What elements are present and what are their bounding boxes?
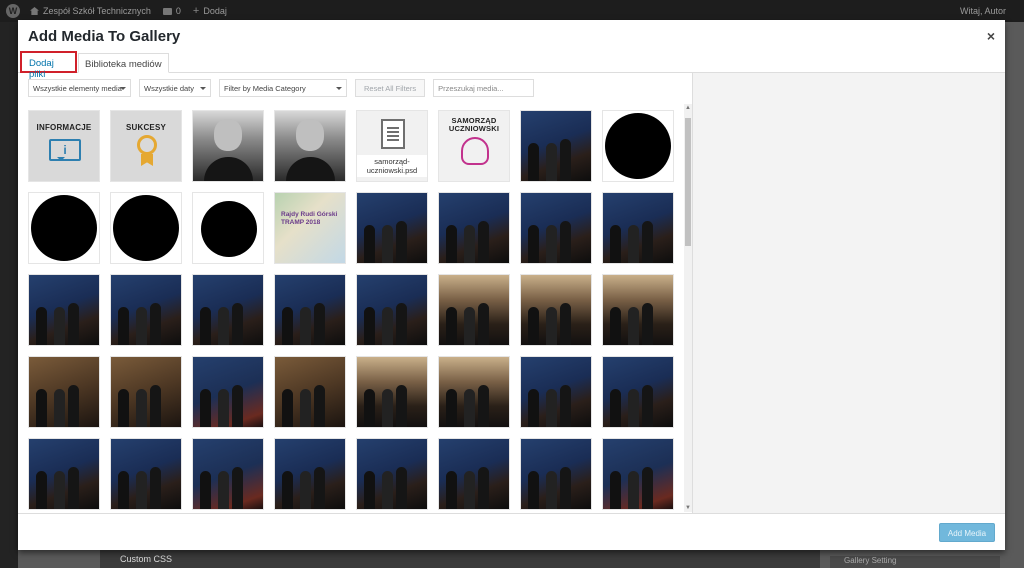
add-media-button[interactable]: Add Media: [939, 523, 995, 542]
media-item[interactable]: [192, 356, 264, 428]
media-item[interactable]: Rajdy Rudi Górski TRAMP 2018: [274, 192, 346, 264]
media-item[interactable]: [192, 192, 264, 264]
attachment-details-panel: [692, 73, 1005, 513]
date-filter[interactable]: Wszystkie daty: [139, 79, 211, 97]
site-name-link[interactable]: Zespół Szkół Technicznych: [30, 6, 151, 16]
media-item[interactable]: [356, 274, 428, 346]
wordpress-logo-icon[interactable]: W: [6, 4, 20, 18]
student-icon: [461, 137, 489, 165]
media-item-caption: Rajdy Rudi Górski TRAMP 2018: [281, 211, 338, 226]
media-item[interactable]: [520, 356, 592, 428]
comment-icon: [162, 7, 172, 15]
media-item[interactable]: [602, 192, 674, 264]
media-item[interactable]: INFORMACJE i: [28, 110, 100, 182]
media-item[interactable]: [520, 192, 592, 264]
tab-upload-files[interactable]: Dodaj pliki: [20, 51, 77, 80]
scroll-up-icon[interactable]: ▲: [684, 104, 692, 112]
tab-media-library[interactable]: Biblioteka mediów: [78, 53, 169, 73]
greeting-text: Witaj, Autor: [959, 6, 1006, 16]
media-item[interactable]: [438, 438, 510, 510]
media-modal: Add Media To Gallery × Dodaj pliki Bibli…: [18, 20, 1005, 550]
ribbon-icon: [141, 154, 153, 166]
media-item-filename: samorząd-uczniowski.psd: [357, 155, 427, 177]
media-item[interactable]: [356, 356, 428, 428]
modal-tabs: Dodaj pliki Biblioteka mediów: [18, 51, 1005, 80]
media-item[interactable]: [28, 356, 100, 428]
media-item[interactable]: [274, 110, 346, 182]
media-item[interactable]: [28, 438, 100, 510]
scroll-down-icon[interactable]: ▼: [684, 504, 692, 512]
media-item-title: SUKCESY: [125, 123, 167, 132]
admin-bar: W Zespół Szkół Technicznych 0 + Dodaj Wi…: [0, 0, 1024, 22]
media-grid: INFORMACJE i SUKCESY samorząd-uczniowski.ps…: [28, 110, 684, 510]
media-item[interactable]: [602, 110, 674, 182]
document-icon: [381, 119, 405, 149]
close-icon[interactable]: ×: [987, 28, 995, 44]
media-item[interactable]: [438, 356, 510, 428]
media-item[interactable]: [438, 274, 510, 346]
media-item-title: INFORMACJE: [36, 123, 92, 132]
media-item[interactable]: [110, 274, 182, 346]
media-item[interactable]: [192, 438, 264, 510]
background-section-label: Custom CSS: [120, 554, 173, 564]
media-item[interactable]: [192, 110, 264, 182]
media-item[interactable]: SAMORZĄD UCZNIOWSKI: [438, 110, 510, 182]
media-item[interactable]: [602, 274, 674, 346]
media-item[interactable]: [110, 192, 182, 264]
media-item[interactable]: [274, 356, 346, 428]
media-item[interactable]: [356, 438, 428, 510]
media-item[interactable]: [520, 110, 592, 182]
plus-icon: +: [192, 5, 200, 17]
admin-menu: [0, 22, 18, 568]
grid-scrollbar[interactable]: ▲ ▼: [684, 104, 692, 512]
media-item[interactable]: [274, 274, 346, 346]
background-section: Custom CSS: [100, 550, 820, 568]
scroll-thumb[interactable]: [685, 118, 691, 246]
media-item[interactable]: [520, 274, 592, 346]
media-item[interactable]: [110, 356, 182, 428]
media-grid-container: INFORMACJE i SUKCESY samorząd-uczniowski.ps…: [28, 110, 684, 512]
account-menu[interactable]: Witaj, Autor: [960, 6, 1006, 16]
media-item[interactable]: [438, 192, 510, 264]
media-toolbar: Wszystkie elementy media Wszystkie daty …: [28, 79, 535, 99]
comments-count: 0: [175, 6, 181, 16]
media-item[interactable]: [356, 192, 428, 264]
media-item[interactable]: [602, 356, 674, 428]
media-item-title: SAMORZĄD UCZNIOWSKI: [448, 116, 500, 133]
reset-filters-button[interactable]: Reset All Filters: [355, 79, 426, 97]
background-right-label: Gallery Setting: [844, 556, 897, 565]
black-circle-icon: [31, 195, 97, 261]
medal-icon: [137, 135, 157, 155]
media-item[interactable]: [28, 274, 100, 346]
search-media-input[interactable]: Przeszukaj media...: [433, 79, 535, 97]
new-content-link[interactable]: + Dodaj: [193, 5, 227, 17]
black-circle-icon: [605, 113, 671, 179]
modal-footer: Add Media: [18, 513, 1005, 550]
black-circle-icon: [201, 201, 257, 257]
media-item[interactable]: [520, 438, 592, 510]
site-name: Zespół Szkół Technicznych: [43, 6, 151, 16]
background-right-panel: Gallery Setting: [830, 556, 1000, 568]
category-filter[interactable]: Filter by Media Category: [219, 79, 347, 97]
new-content-label: Dodaj: [203, 6, 227, 16]
comments-link[interactable]: 0: [162, 6, 181, 16]
modal-title: Add Media To Gallery: [28, 28, 181, 45]
media-item[interactable]: samorząd-uczniowski.psd: [356, 110, 428, 182]
home-icon: [30, 7, 39, 15]
black-circle-icon: [113, 195, 179, 261]
media-item[interactable]: [110, 438, 182, 510]
media-item[interactable]: [602, 438, 674, 510]
info-icon: i: [49, 139, 81, 161]
media-item[interactable]: [192, 274, 264, 346]
media-type-filter[interactable]: Wszystkie elementy media: [28, 79, 131, 97]
media-item[interactable]: [28, 192, 100, 264]
media-item[interactable]: [274, 438, 346, 510]
media-item[interactable]: SUKCESY: [110, 110, 182, 182]
